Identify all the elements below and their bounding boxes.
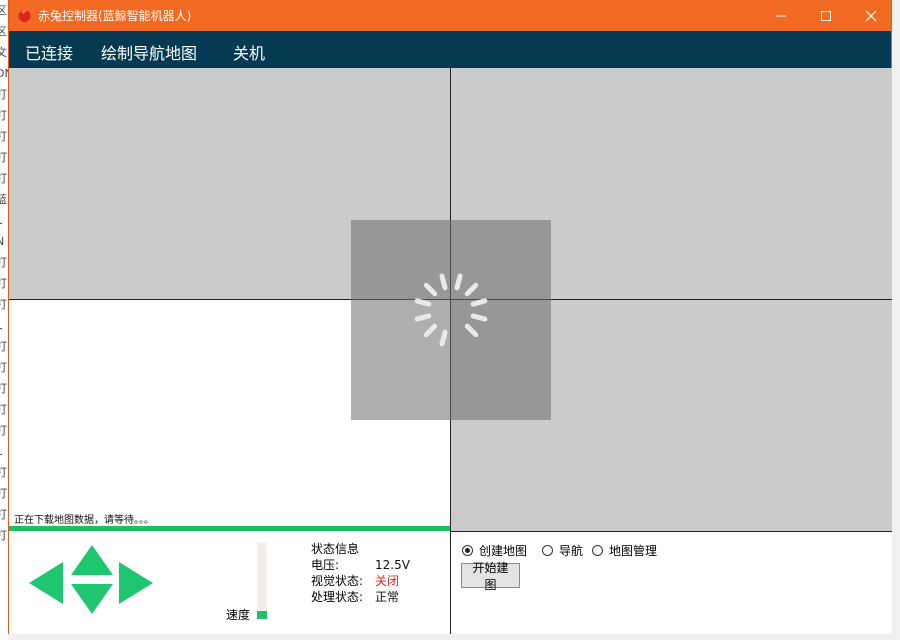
spinner-segment [439,329,448,347]
background-fragment: 打 [0,361,7,374]
menu-bar: 已连接 绘制导航地图 关机 [9,31,891,68]
minimize-button[interactable] [758,0,803,31]
close-button[interactable] [848,0,893,31]
background-fragment: 打 [0,109,7,122]
background-fragment: 打 [0,256,7,269]
menu-item-draw-map[interactable]: 绘制导航地图 [101,40,197,64]
status-heading: 状态信息 [311,542,360,556]
main-content: 正在下载地图数据，请等待。。。 速度 状态信息 电压: 12.5V 视觉状态: … [9,68,892,634]
spinner-segment [414,313,432,322]
minimize-icon [775,15,786,16]
radio-create-map-circle[interactable] [462,545,473,556]
radio-map-management-label: 地图管理 [609,544,658,558]
background-fragment: N [0,235,5,248]
arrow-right-icon[interactable] [119,562,153,604]
spinner-segment [439,273,448,291]
background-fragment: 打 [0,298,7,311]
spinner-segment [464,282,479,297]
loading-overlay [351,220,551,420]
spinner-segment [454,273,463,291]
background-fragment: 打 [0,529,7,542]
background-fragment: 打 [0,130,7,143]
background-fragment: 打 [0,487,7,500]
download-status-text: 正在下载地图数据，请等待。。。 [14,515,154,526]
background-fragment: 文 [0,46,7,59]
arrow-down-icon[interactable] [71,584,113,614]
spinner-segment [414,298,432,307]
background-fragment: 打 [0,466,7,479]
vision-status-value: 关闭 [375,574,400,588]
process-status-value: 正常 [375,590,400,604]
radio-navigation-circle[interactable] [542,545,553,556]
start-mapping-button[interactable]: 开始建图 [461,561,520,592]
background-fragment: 打 [0,277,7,290]
title-bar: 赤兔控制器(蓝鲸智能机器人) [9,0,891,31]
menu-item-connected[interactable]: 已连接 [25,40,73,64]
background-fragment: 蓝 [0,193,7,206]
mode-panel: 创建地图 导航 地图管理 开始建图 [451,532,892,634]
background-fragment: 区 [0,4,7,17]
status-panel: 状态信息 电压: 12.5V 视觉状态: 关闭 处理状态: 正常 [311,541,410,605]
radio-create-map-label: 创建地图 [479,544,528,558]
maximize-icon [820,10,831,21]
radio-map-management[interactable]: 地图管理 [592,542,657,559]
radio-create-map[interactable]: 创建地图 [462,542,527,559]
background-fragment: 打 [0,424,7,437]
background-fragment: 打 [0,340,7,353]
app-window: 赤兔控制器(蓝鲸智能机器人) 已连接 绘制导航地图 关机 正在下载地图数据，请等… [8,0,892,634]
spinner-segment [464,323,479,338]
arrow-up-icon[interactable] [71,545,113,575]
background-fragment: 打 [0,151,7,164]
spinner-segment [470,313,488,322]
process-status-label: 处理状态: [311,590,364,604]
speed-slider-fill [257,611,267,619]
maximize-button[interactable] [803,0,848,31]
background-fragment: L [0,441,8,462]
radio-navigation-label: 导航 [559,544,584,558]
spinner-segment [470,298,488,307]
window-title: 赤兔控制器(蓝鲸智能机器人) [38,9,192,23]
voltage-label: 电压: [311,558,340,572]
spinner-segment [423,323,438,338]
speed-slider[interactable] [257,542,267,619]
background-fragment: 打 [0,172,7,185]
close-icon [865,10,876,21]
menu-item-shutdown[interactable]: 关机 [233,40,265,64]
background-fragment: 打 [0,508,7,521]
background-fragment: 打 [0,403,7,416]
loading-spinner-icon [414,273,488,347]
background-fragment: 打 [0,88,7,101]
background-fragment: L [0,210,8,231]
background-window-fragment: 区区文DN打打打打打蓝LN打打打L打打打打打L打打打打 [0,0,8,640]
background-fragment: 区 [0,25,7,38]
background-fragment: L [0,315,8,336]
radio-map-management-circle[interactable] [592,545,603,556]
spinner-segment [423,282,438,297]
background-fragment: DN [0,67,8,80]
background-fragment: 打 [0,382,7,395]
vision-status-label: 视觉状态: [311,574,364,588]
control-panel: 速度 状态信息 电压: 12.5V 视觉状态: 关闭 处理状态: 正常 [9,531,450,634]
radio-navigation[interactable]: 导航 [542,542,583,559]
red-flame-icon [18,9,31,22]
voltage-value: 12.5V [375,558,410,572]
speed-label: 速度 [226,608,251,622]
arrow-left-icon[interactable] [29,562,63,604]
